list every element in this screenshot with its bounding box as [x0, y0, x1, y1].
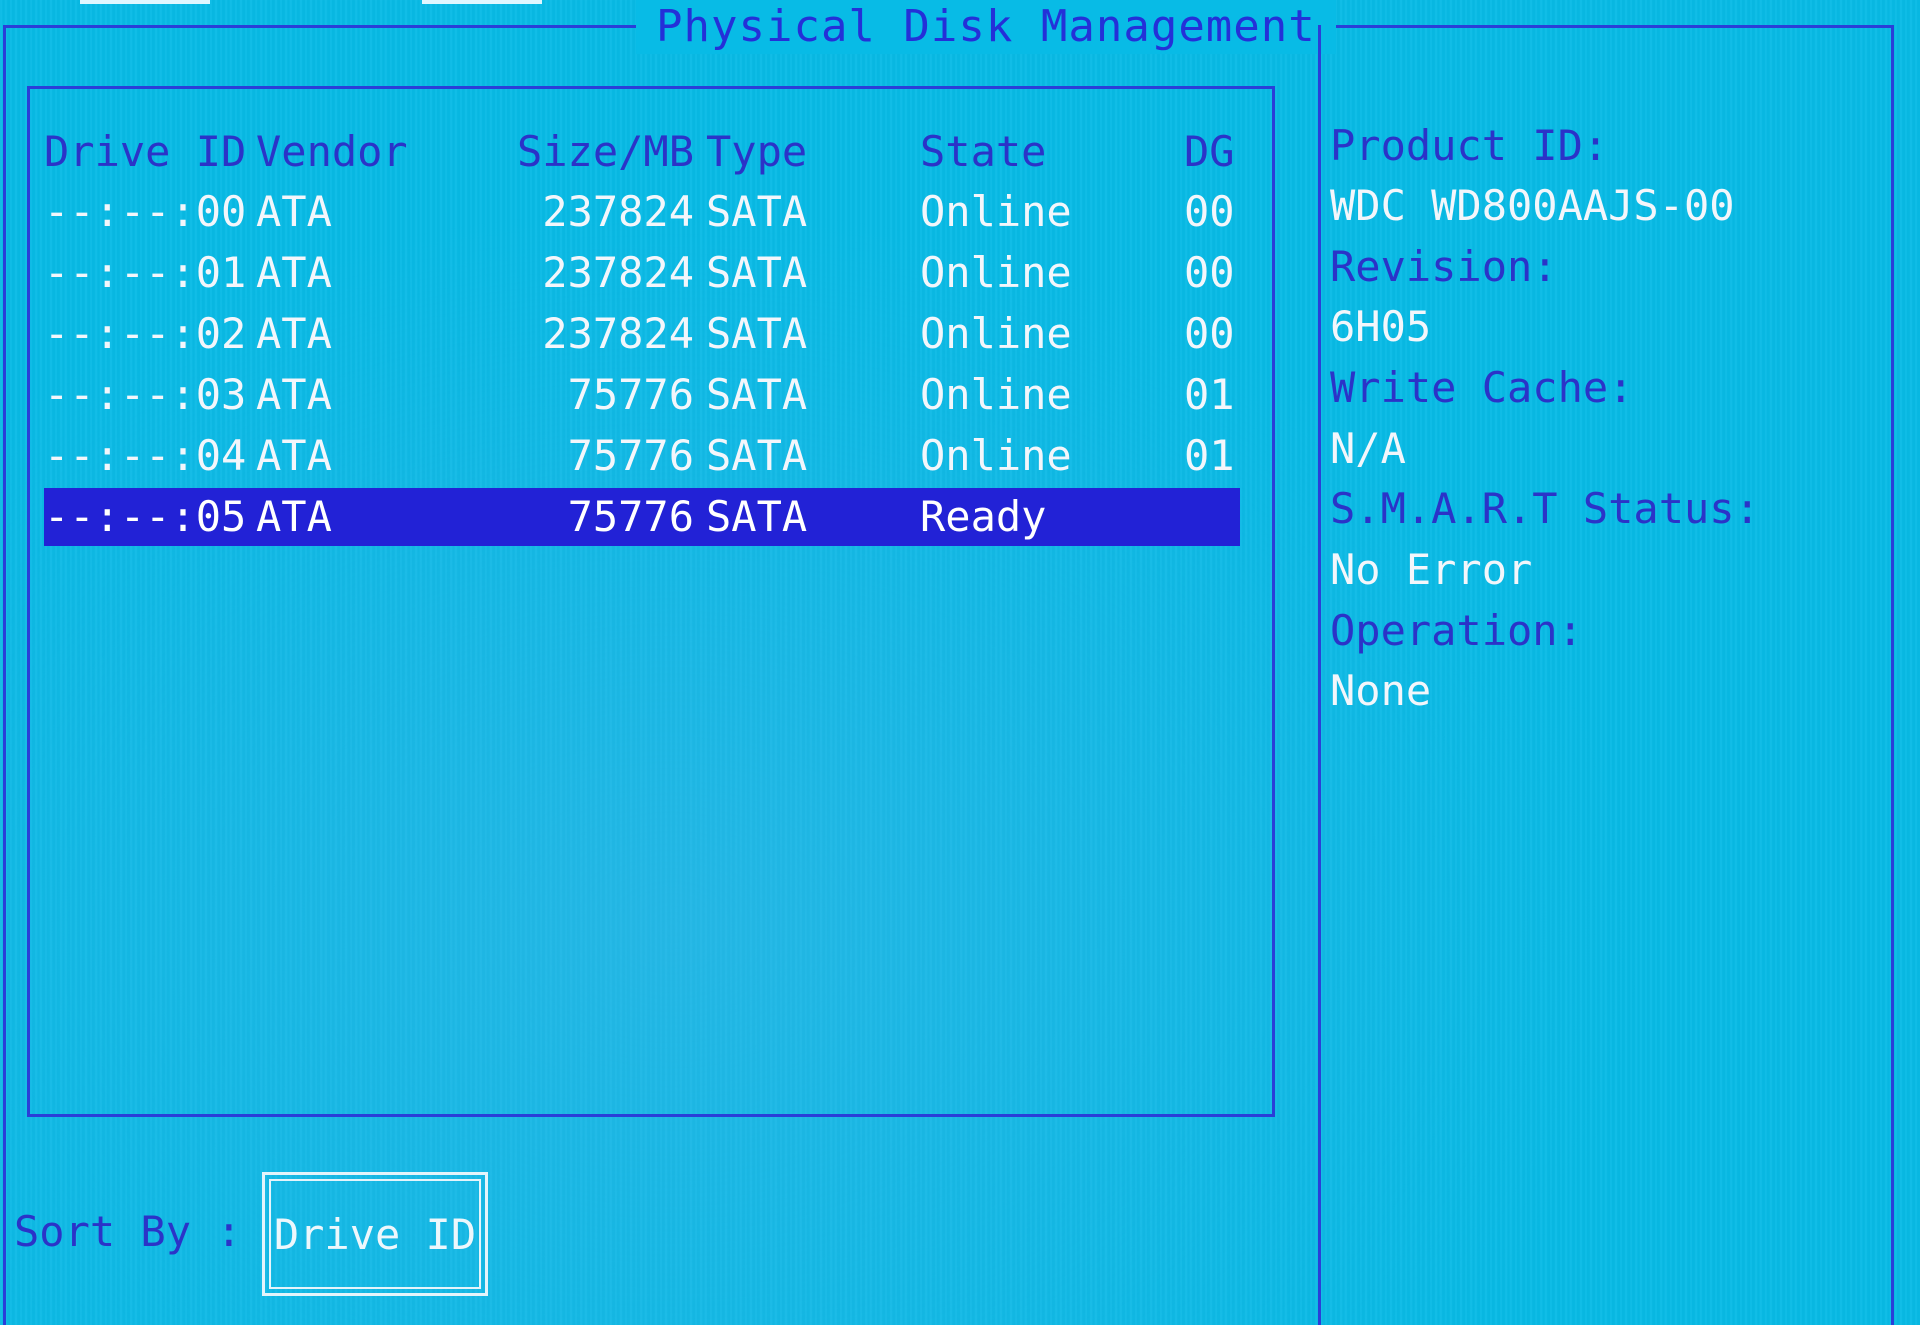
state-cell: Online [920, 431, 1072, 480]
disk-row[interactable]: --:--:03 ATA 75776 SATA Online 01 [44, 366, 1240, 424]
state-cell: Online [920, 309, 1072, 358]
disk-row[interactable]: --:--:02 ATA 237824 SATA Online 00 [44, 305, 1240, 363]
type-cell: SATA [706, 431, 808, 480]
window-title: Physical Disk Management [636, 0, 1336, 54]
state-cell: Ready [920, 492, 1047, 541]
sort-by-value: Drive ID [269, 1179, 481, 1289]
disk-row[interactable]: --:--:00 ATA 237824 SATA Online 00 [44, 183, 1240, 241]
disk-row-selected[interactable]: --:--:05 ATA 75776 SATA Ready [44, 488, 1240, 546]
operation-value: None [1330, 666, 1432, 715]
size-cell: 237824 [542, 309, 694, 358]
state-cell: Online [920, 187, 1072, 236]
write-cache-label: Write Cache: [1330, 363, 1634, 412]
smart-status-value: No Error [1330, 545, 1533, 594]
type-cell: SATA [706, 370, 808, 419]
size-cell: 237824 [542, 187, 694, 236]
smart-status-label: S.M.A.R.T Status: [1330, 484, 1760, 533]
type-cell: SATA [706, 309, 808, 358]
column-header-state[interactable]: State [920, 123, 1046, 181]
type-cell: SATA [706, 248, 808, 297]
dg-cell: 00 [1184, 187, 1235, 236]
vendor-cell: ATA [256, 248, 332, 297]
type-cell: SATA [706, 492, 808, 541]
drive-id-cell: --:--:03 [44, 370, 247, 419]
disk-row[interactable]: --:--:04 ATA 75776 SATA Online 01 [44, 427, 1240, 485]
vendor-cell: ATA [256, 370, 332, 419]
drive-id-cell: --:--:01 [44, 248, 247, 297]
drive-id-cell: --:--:05 [44, 492, 247, 541]
column-header-dg[interactable]: DG [1184, 123, 1235, 181]
vendor-cell: ATA [256, 309, 332, 358]
revision-label: Revision: [1330, 242, 1558, 291]
disk-row[interactable]: --:--:01 ATA 237824 SATA Online 00 [44, 244, 1240, 302]
disk-list: Drive ID Vendor Size/MB Type State DG --… [27, 86, 1275, 1117]
vendor-cell: ATA [256, 431, 332, 480]
dg-cell: 01 [1184, 431, 1235, 480]
write-cache-value: N/A [1330, 424, 1406, 473]
top-tab-stub-right [422, 0, 542, 4]
vendor-cell: ATA [256, 187, 332, 236]
sort-by-button[interactable]: Drive ID [262, 1172, 488, 1296]
dg-cell: 01 [1184, 370, 1235, 419]
size-cell: 75776 [567, 492, 694, 541]
column-header-drive-id[interactable]: Drive ID [44, 123, 246, 181]
operation-label: Operation: [1330, 606, 1583, 655]
panel-divider [1318, 25, 1321, 1325]
revision-value: 6H05 [1330, 302, 1432, 351]
state-cell: Online [920, 370, 1072, 419]
column-header-vendor[interactable]: Vendor [256, 123, 408, 181]
dg-cell: 00 [1184, 248, 1235, 297]
product-id-value: WDC WD800AAJS-00 [1330, 181, 1735, 230]
disk-list-header: Drive ID Vendor Size/MB Type State DG [44, 123, 1240, 181]
state-cell: Online [920, 248, 1072, 297]
product-id-label: Product ID: [1330, 121, 1609, 170]
top-tab-stub-left [80, 0, 210, 4]
drive-id-cell: --:--:00 [44, 187, 247, 236]
type-cell: SATA [706, 187, 808, 236]
dg-cell: 00 [1184, 309, 1235, 358]
sort-by-label: Sort By : [14, 1207, 242, 1256]
drive-id-cell: --:--:02 [44, 309, 247, 358]
size-cell: 75776 [567, 370, 694, 419]
vendor-cell: ATA [256, 492, 332, 541]
size-cell: 237824 [542, 248, 694, 297]
column-header-size[interactable]: Size/MB [504, 123, 694, 181]
drive-id-cell: --:--:04 [44, 431, 247, 480]
column-header-type[interactable]: Type [706, 123, 807, 181]
size-cell: 75776 [567, 431, 694, 480]
